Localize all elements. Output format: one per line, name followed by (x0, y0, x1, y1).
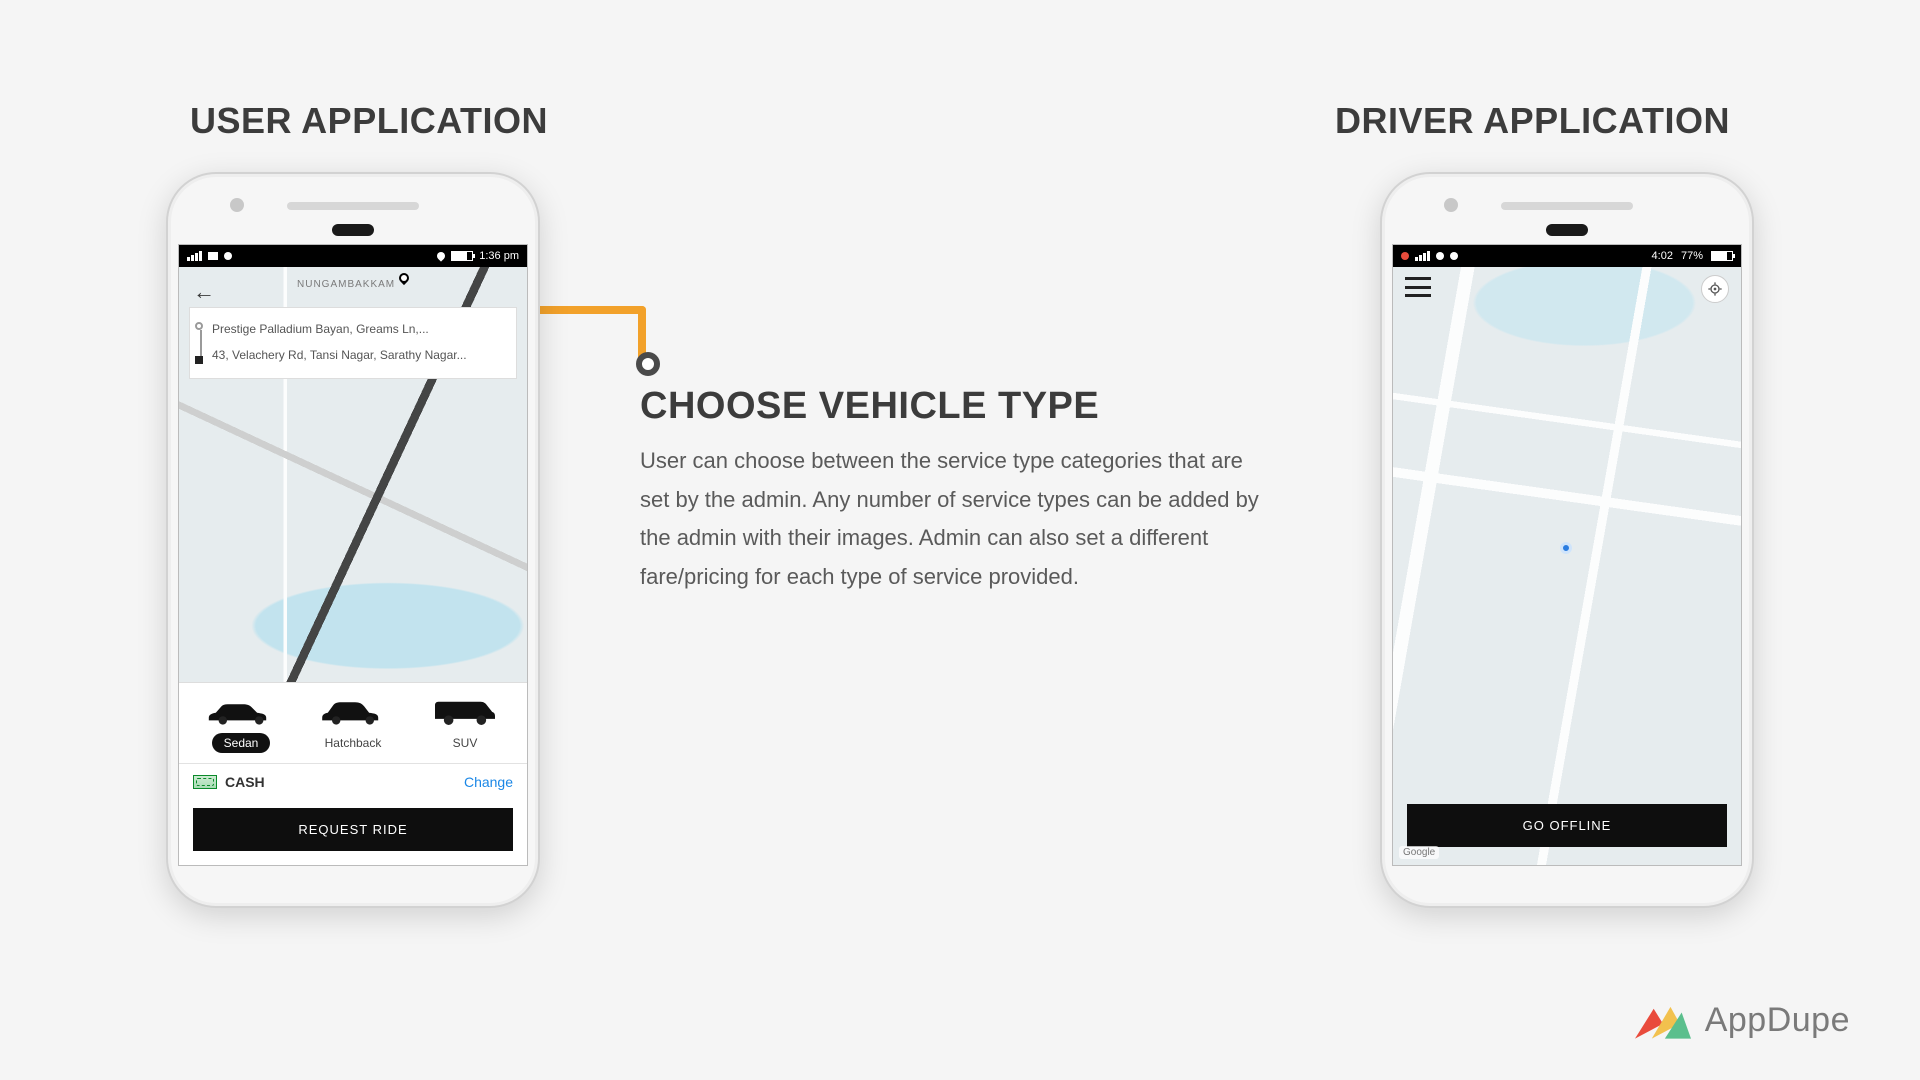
battery-icon (451, 251, 473, 261)
cash-icon (193, 775, 217, 789)
vehicle-label: SUV (441, 733, 490, 753)
battery-icon (1711, 251, 1733, 261)
payment-label: CASH (225, 774, 265, 790)
battery-pct: 77% (1681, 250, 1703, 262)
payment-row: CASH Change (179, 763, 527, 800)
suv-car-icon (409, 695, 521, 729)
brand-name: AppDupe (1705, 1001, 1850, 1040)
route-line-icon (199, 322, 203, 364)
current-location-dot-icon (1560, 542, 1572, 554)
callout-title: CHOOSE VEHICLE TYPE (640, 385, 1260, 428)
location-card: Prestige Palladium Bayan, Greams Ln,... … (189, 307, 517, 379)
user-screen: 1:36 pm ← NUNGAMBAKKAM Prestige Palladiu… (178, 244, 528, 866)
map-area-label: NUNGAMBAKKAM (297, 279, 395, 290)
brand-logo: AppDupe (1635, 1000, 1850, 1040)
vehicle-label: Hatchback (313, 733, 394, 753)
map-view[interactable]: GO OFFLINE Google (1393, 267, 1741, 865)
menu-button[interactable] (1405, 277, 1431, 297)
map-roads (1393, 267, 1741, 865)
vehicle-option-suv[interactable]: SUV (409, 695, 521, 753)
arrow-left-icon: ← (193, 279, 215, 305)
status-time: 4:02 (1652, 250, 1673, 262)
map-view[interactable]: ← NUNGAMBAKKAM Prestige Palladium Bayan,… (179, 267, 527, 865)
appdupe-mark-icon (1635, 1000, 1691, 1040)
hatchback-car-icon (297, 695, 409, 729)
hamburger-icon (1405, 277, 1431, 280)
callout-leader-line (528, 306, 646, 314)
phone-camera-dot (230, 198, 244, 212)
location-icon (436, 250, 447, 261)
wifi-icon (224, 252, 232, 260)
vehicle-label: Sedan (212, 733, 271, 753)
recenter-button[interactable] (1701, 275, 1729, 303)
camera-icon (208, 252, 218, 260)
status-time: 1:36 pm (479, 250, 519, 262)
crosshair-icon (1707, 281, 1723, 297)
carrier-icon (1401, 252, 1409, 260)
sedan-car-icon (185, 695, 297, 729)
vehicle-option-hatchback[interactable]: Hatchback (297, 695, 409, 753)
phone-sensor-pill (332, 224, 374, 236)
notif-icon (1450, 252, 1458, 260)
heading-driver-application: DRIVER APPLICATION (1335, 100, 1730, 142)
phone-frame-driver: 4:02 77% GO OFFLI (1380, 172, 1754, 908)
go-offline-button[interactable]: GO OFFLINE (1407, 804, 1727, 847)
volte-icon (1436, 252, 1444, 260)
status-bar: 1:36 pm (179, 245, 527, 267)
callout-anchor-dot (636, 352, 660, 376)
phone-sensor-pill (1546, 224, 1588, 236)
map-attribution: Google (1399, 846, 1439, 859)
signal-icon (187, 251, 202, 261)
dropoff-field[interactable]: 43, Velachery Rd, Tansi Nagar, Sarathy N… (212, 342, 506, 368)
driver-screen: 4:02 77% GO OFFLI (1392, 244, 1742, 866)
back-button[interactable]: ← (189, 277, 219, 307)
vehicle-option-sedan[interactable]: Sedan (185, 695, 297, 753)
heading-user-application: USER APPLICATION (190, 100, 548, 142)
phone-frame-user: 1:36 pm ← NUNGAMBAKKAM Prestige Palladiu… (166, 172, 540, 908)
phone-camera-dot (1444, 198, 1458, 212)
pickup-field[interactable]: Prestige Palladium Bayan, Greams Ln,... (212, 316, 506, 342)
phone-speaker (1501, 202, 1633, 210)
bottom-sheet: Sedan Hatchback SUV (179, 682, 527, 865)
vehicle-type-row: Sedan Hatchback SUV (179, 683, 527, 763)
callout-block: CHOOSE VEHICLE TYPE User can choose betw… (640, 385, 1260, 596)
status-bar: 4:02 77% (1393, 245, 1741, 267)
phone-speaker (287, 202, 419, 210)
change-payment-link[interactable]: Change (464, 774, 513, 790)
signal-icon (1415, 251, 1430, 261)
callout-body: User can choose between the service type… (640, 442, 1260, 596)
request-ride-button[interactable]: REQUEST RIDE (193, 808, 513, 851)
